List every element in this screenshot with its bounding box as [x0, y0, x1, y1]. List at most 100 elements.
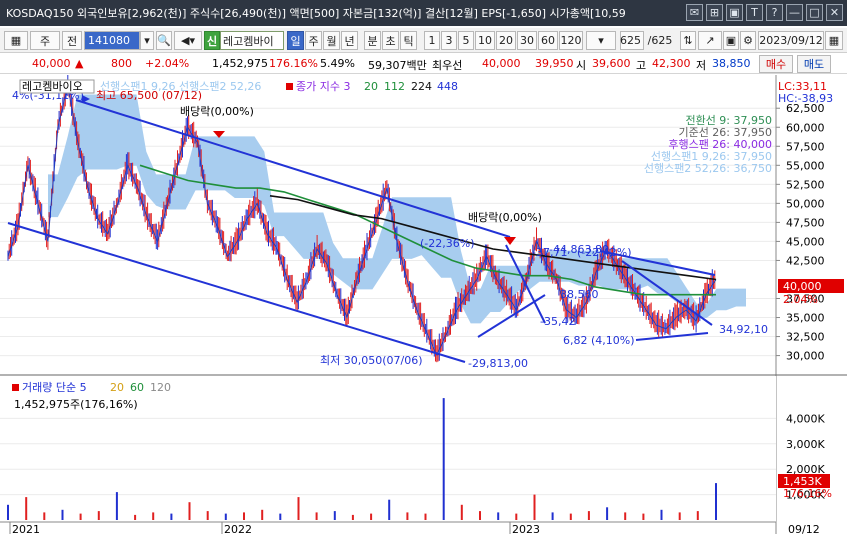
volume-bar — [279, 513, 282, 520]
volume-bar — [261, 509, 264, 520]
drawing-icon[interactable]: ↗ — [698, 31, 722, 50]
legend-ma-448[interactable]: 448 — [437, 80, 458, 93]
low-label: 저 — [696, 59, 707, 72]
stock-name-field[interactable]: 레고켐바이 — [220, 31, 284, 50]
search-icon[interactable]: 🔍 — [156, 31, 172, 50]
interval-30[interactable]: 30 — [517, 31, 537, 50]
interval-1[interactable]: 1 — [424, 31, 440, 50]
buy-order-button[interactable]: 매수 — [759, 55, 793, 73]
legend-stock-name[interactable]: 레고켐바이오 — [22, 80, 83, 93]
interval-3[interactable]: 3 — [441, 31, 457, 50]
interval-5[interactable]: 5 — [458, 31, 474, 50]
volume-ratio: 176.16% — [269, 57, 318, 70]
low-price: 38,850 — [712, 57, 751, 70]
volume-bar — [606, 507, 609, 520]
period-day[interactable]: 일 — [287, 31, 304, 50]
layout-icon[interactable]: ⊞ — [706, 4, 723, 21]
chart-toolbar: ▦ 주 전 141080 ▾ 🔍 ◀▾ 신 레고켐바이 일 주 월 년 분 초 … — [0, 28, 847, 53]
volume-bar — [79, 513, 82, 520]
x-label-end: 09/12 — [788, 523, 820, 534]
title-bar: KOSDAQ150 외국인보유[2,962(천)] 주식수[26,490(천)]… — [0, 0, 847, 26]
help-icon[interactable]: ? — [766, 4, 783, 21]
volume-tick-label: 3,000K — [786, 438, 825, 451]
hts-chart-window: KOSDAQ150 외국인보유[2,962(천)] 주식수[26,490(천)]… — [0, 0, 847, 534]
price-tick-label: 45,000 — [786, 235, 825, 248]
volume-bar — [460, 504, 463, 520]
volume-legend-swatch-icon — [12, 384, 19, 391]
interval-dropdown-icon[interactable]: ▾ — [586, 31, 616, 50]
volume-ma-120[interactable]: 120 — [150, 381, 171, 394]
volume-bar — [406, 512, 409, 520]
volume-bar — [333, 511, 336, 520]
credit-badge: 신 — [204, 31, 220, 50]
window-title: KOSDAQ150 외국인보유[2,962(천)] 주식수[26,490(천)]… — [6, 7, 626, 20]
price-chart[interactable]: 4%(-31,11%) 최고 65,500 (07/12) 배당락(0,00%)… — [0, 75, 847, 534]
legend-close-index[interactable]: 종가 지수 3 — [296, 80, 350, 93]
price-tick-label: 62,500 — [786, 102, 825, 115]
calendar-icon[interactable]: ▦ — [825, 31, 843, 50]
price-tick-label: 57,500 — [786, 140, 825, 153]
up-arrow-icon: ▲ — [75, 57, 84, 70]
open-label: 시 — [576, 59, 587, 72]
compare-icon[interactable]: ⇅ — [680, 31, 696, 50]
price-tick-label: 35,000 — [786, 312, 825, 325]
close-icon[interactable]: ✕ — [826, 4, 843, 21]
code-dropdown-icon[interactable]: ▾ — [140, 31, 154, 50]
interval-120[interactable]: 120 — [559, 31, 583, 50]
price-tick-label: 52,500 — [786, 178, 825, 191]
legend-ma-20[interactable]: 20 — [364, 80, 378, 93]
minimize-icon[interactable]: — — [786, 4, 803, 21]
volume-bar — [424, 513, 427, 520]
volume-ma-60[interactable]: 60 — [130, 381, 144, 394]
mail-icon[interactable]: ✉ — [686, 4, 703, 21]
volume-bar — [351, 514, 354, 520]
period-year[interactable]: 년 — [341, 31, 358, 50]
volume-ma-20[interactable]: 20 — [110, 381, 124, 394]
volume-bar — [715, 483, 717, 520]
volume-legend[interactable]: 거래량 단순 5 — [22, 381, 87, 394]
chart-legend: 레고켐바이오 선행스팬1 9,26 선행스팬2 52,26 종가 지수 3 20… — [19, 79, 458, 94]
sound-icon[interactable]: ◀▾ — [174, 31, 202, 50]
settings-icon[interactable]: ⚙ — [740, 31, 756, 50]
count-input[interactable]: 625 — [620, 31, 644, 50]
x-label-2022: 2022 — [224, 523, 252, 534]
maximize-icon[interactable]: □ — [806, 4, 823, 21]
current-price: 40,000 — [32, 57, 71, 70]
price-tick-label: 47,500 — [786, 216, 825, 229]
annotation-5: -35,42 — [540, 315, 575, 328]
period-week[interactable]: 주 — [305, 31, 322, 50]
period-minute[interactable]: 분 — [364, 31, 381, 50]
volume-bar — [696, 511, 699, 520]
screen-icon[interactable]: ▣ — [726, 4, 743, 21]
text-icon[interactable]: T — [746, 4, 763, 21]
quote-bar: 40,000 ▲ 800 +2.04% 1,452,975 176.16% 5.… — [0, 54, 847, 74]
stock-code-input[interactable]: 141080 — [84, 31, 140, 50]
period-month[interactable]: 월 — [323, 31, 340, 50]
line-value-label: -29,813,00 — [468, 357, 528, 370]
volume-bar — [315, 512, 318, 520]
volume-bar — [7, 504, 9, 520]
volume-bar — [587, 511, 590, 520]
volume-bar — [206, 511, 209, 520]
volume-bar — [97, 511, 100, 520]
interval-60[interactable]: 60 — [538, 31, 558, 50]
high-price: 42,300 — [652, 57, 691, 70]
interval-10[interactable]: 10 — [475, 31, 495, 50]
x-label-2023: 2023 — [512, 523, 540, 534]
code-label[interactable]: 전 — [62, 31, 82, 50]
annotation-7: 6,82 (4,10%) — [563, 334, 635, 347]
legend-ichimoku[interactable]: 선행스팬1 9,26 선행스팬2 52,26 — [100, 80, 261, 93]
volume-bar — [497, 512, 500, 520]
interval-20[interactable]: 20 — [496, 31, 516, 50]
legend-ma-112[interactable]: 112 — [384, 80, 405, 93]
grid-icon[interactable]: ▦ — [4, 31, 28, 50]
legend-ma-224[interactable]: 224 — [411, 80, 432, 93]
price-tag: 40,000 — [783, 280, 822, 293]
period-tick[interactable]: 틱 — [400, 31, 417, 50]
volume-bar — [188, 502, 191, 520]
stock-type-select[interactable]: 주 — [30, 31, 60, 50]
sell-order-button[interactable]: 매도 — [797, 55, 831, 73]
period-second[interactable]: 초 — [382, 31, 399, 50]
save-icon[interactable]: ▣ — [723, 31, 739, 50]
date-input[interactable]: 2023/09/12 — [758, 31, 824, 50]
